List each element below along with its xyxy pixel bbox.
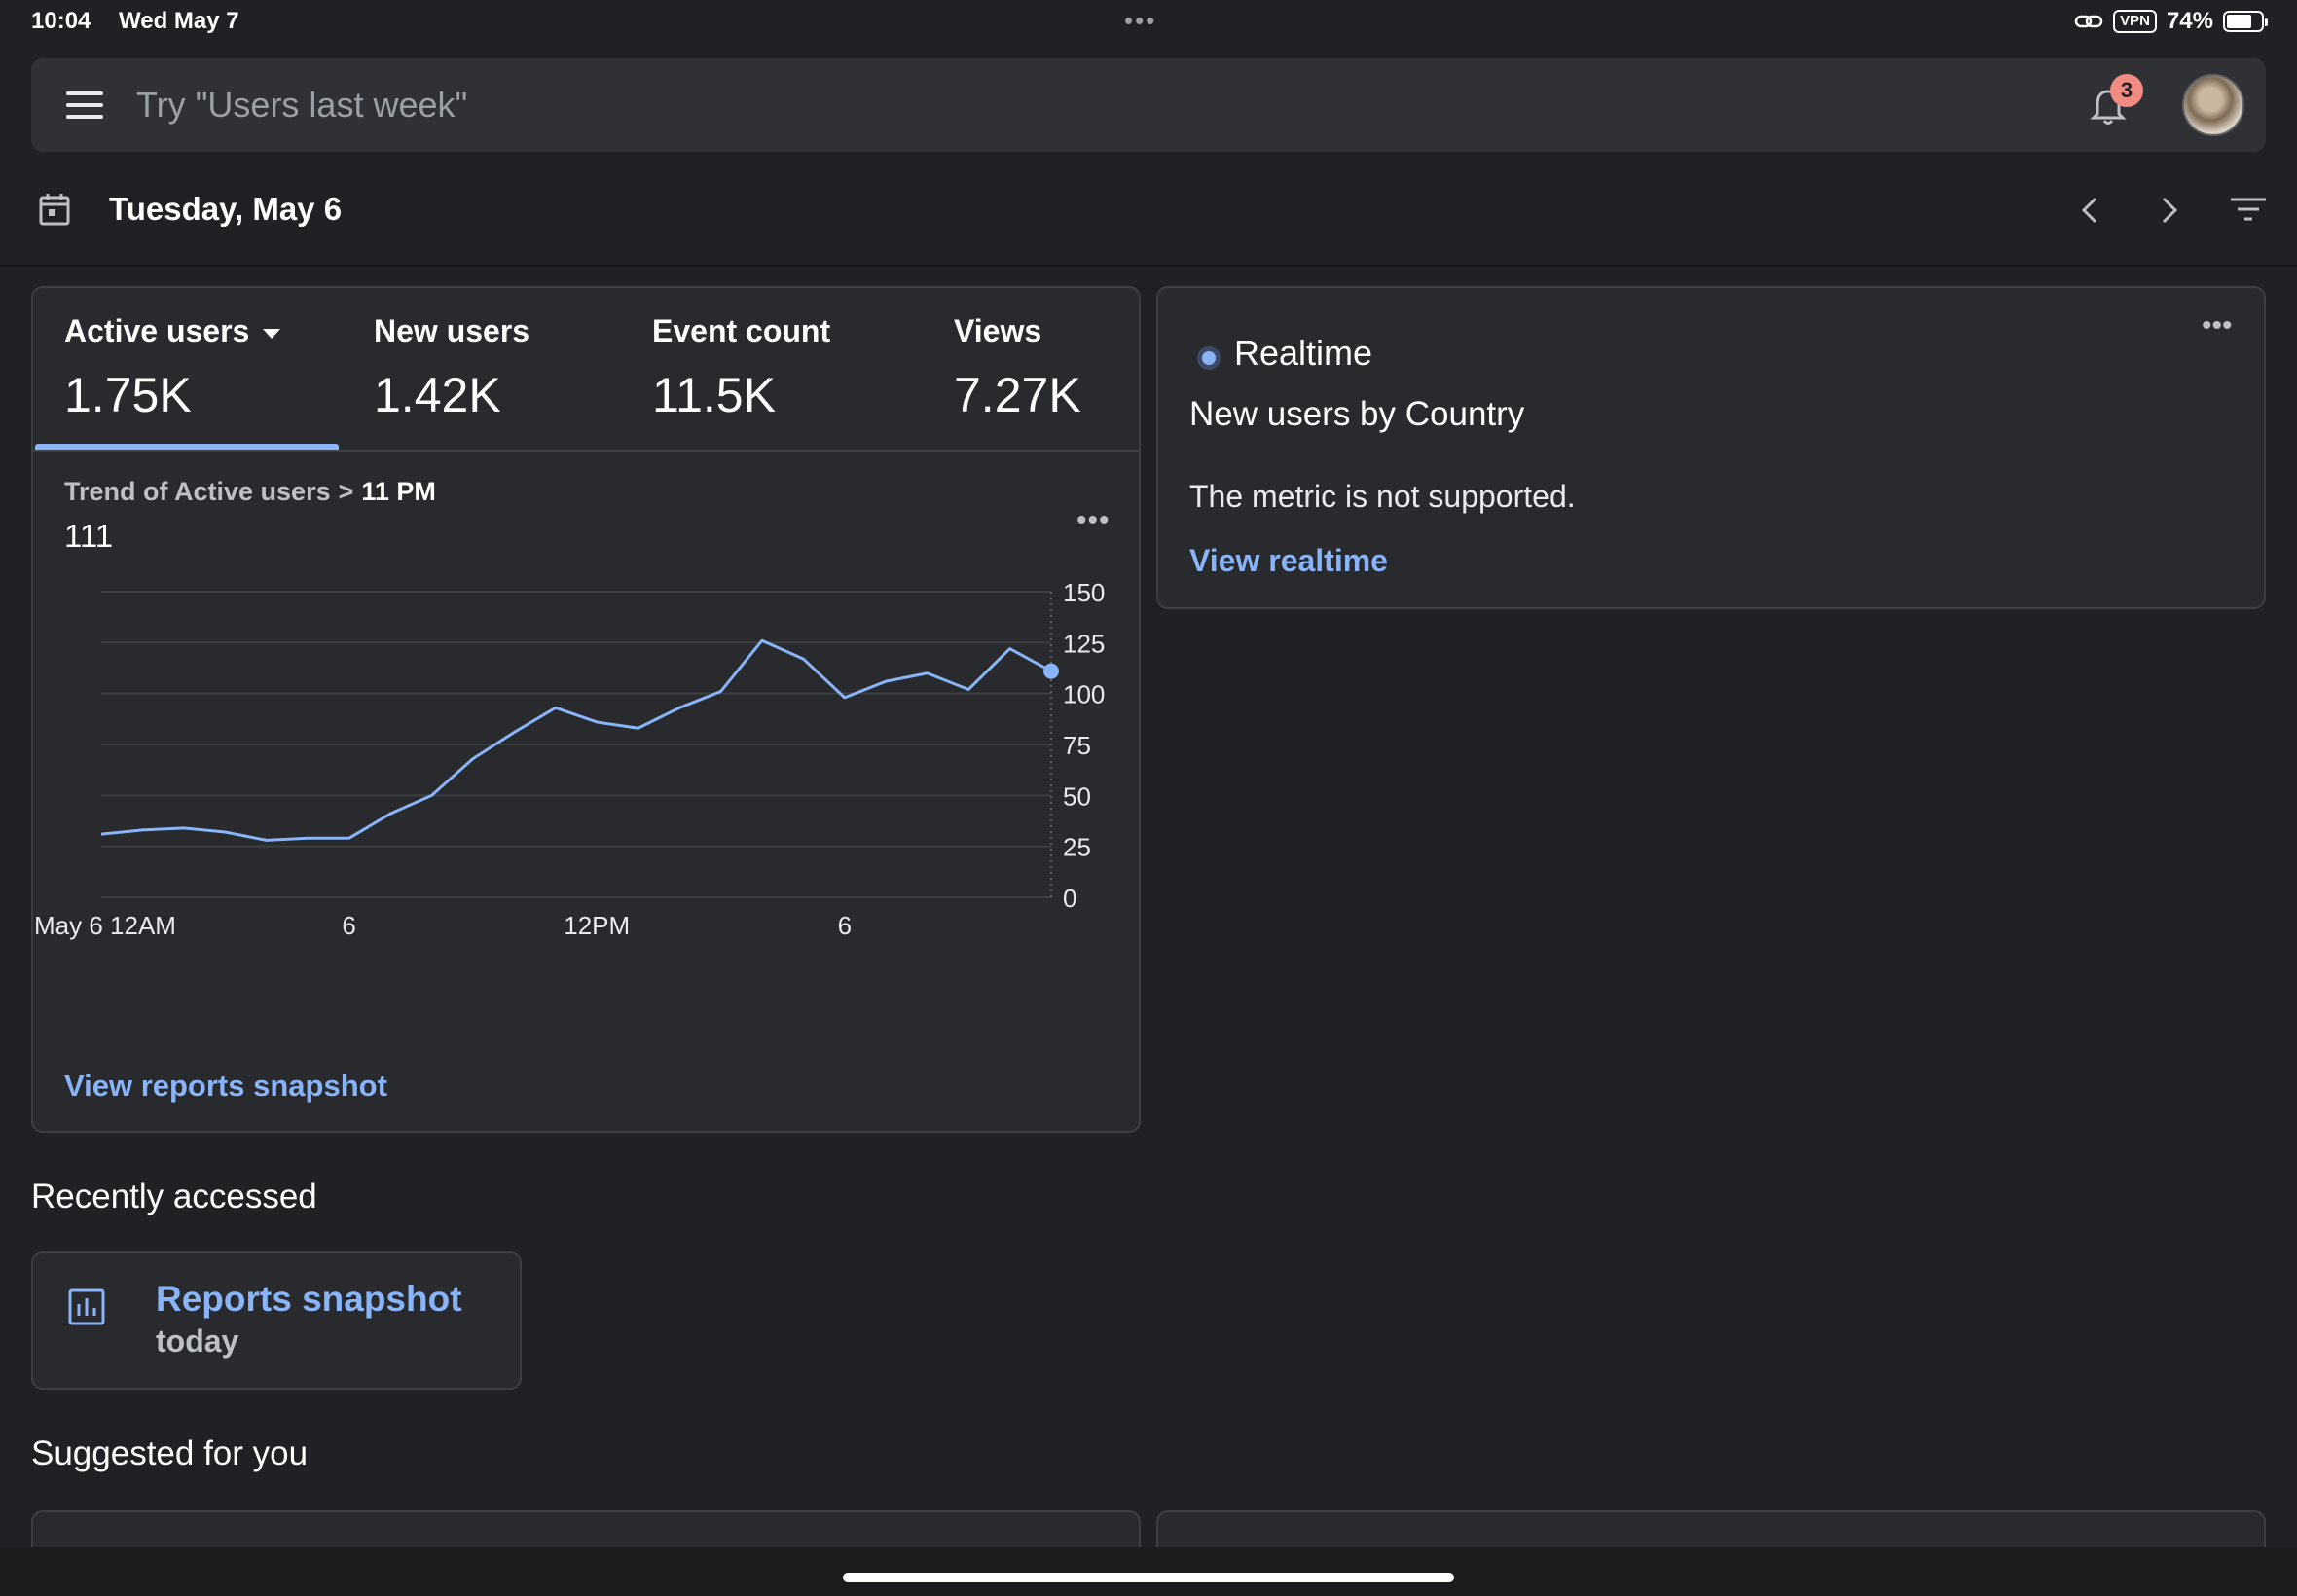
recent-item-subtitle: today (156, 1324, 239, 1359)
search-input[interactable] (136, 80, 1986, 130)
previous-day-button[interactable] (2071, 191, 2110, 230)
next-day-button[interactable] (2149, 191, 2188, 230)
realtime-message: The metric is not supported. (1189, 479, 1576, 514)
battery-icon (2223, 11, 2268, 32)
realtime-card: Realtime ••• New users by Country The me… (1156, 286, 2266, 609)
x-tick-label: 12PM (564, 911, 630, 940)
tab-value: 7.27K (954, 368, 1081, 422)
x-tick-label: 6 (342, 911, 355, 940)
y-tick-label: 150 (1063, 580, 1105, 607)
dropdown-caret-icon[interactable] (263, 328, 281, 339)
search-bar: 3 (31, 58, 2266, 152)
battery-percent: 74% (2166, 8, 2213, 34)
avatar[interactable] (2182, 74, 2244, 136)
link-icon (2074, 15, 2103, 28)
tab-views[interactable]: Views 7.27K (954, 313, 1081, 423)
data-point (1043, 663, 1059, 679)
status-indicators: VPN 74% (2074, 8, 2268, 35)
view-reports-snapshot-link[interactable]: View reports snapshot (64, 1069, 387, 1104)
tabs-divider (33, 450, 1139, 452)
view-realtime-link[interactable]: View realtime (1189, 543, 1388, 579)
metrics-card: Active users 1.75K New users 1.42K Event… (31, 286, 1141, 1133)
tab-label: Event count (652, 313, 831, 348)
more-options-icon[interactable]: ••• (1076, 504, 1111, 537)
chevron-right-icon: > (338, 477, 354, 506)
suggested-heading: Suggested for you (31, 1434, 309, 1472)
tab-label: Views (954, 313, 1042, 348)
tab-active-users[interactable]: Active users 1.75K (64, 313, 281, 423)
realtime-subtitle: New users by Country (1189, 395, 1525, 433)
more-options-icon[interactable]: ••• (2202, 309, 2233, 343)
x-tick-label: 6 (838, 911, 852, 940)
trend-label: Trend of Active users (64, 477, 331, 506)
y-tick-label: 75 (1063, 731, 1091, 760)
recent-item-card[interactable]: Reports snapshot today (31, 1251, 522, 1390)
bar-chart-icon (68, 1288, 105, 1325)
tab-value: 1.75K (64, 368, 192, 422)
series-line (100, 638, 1052, 842)
filter-icon[interactable] (2229, 195, 2268, 226)
x-tick-label: May 6 12AM (34, 911, 176, 940)
status-time: 10:04 (31, 8, 91, 34)
recently-accessed-heading: Recently accessed (31, 1178, 317, 1215)
menu-icon[interactable] (66, 91, 103, 119)
status-date: Wed May 7 (119, 8, 239, 34)
y-tick-label: 125 (1063, 629, 1105, 658)
header-divider (0, 265, 2297, 267)
trend-breadcrumb: Trend of Active users >11 PM (64, 477, 436, 507)
calendar-icon[interactable] (39, 193, 70, 226)
y-tick-label: 50 (1063, 781, 1091, 811)
selected-date[interactable]: Tuesday, May 6 (109, 191, 342, 228)
y-tick-label: 25 (1063, 833, 1091, 862)
realtime-dot-icon (1197, 346, 1221, 370)
tab-value: 11.5K (652, 368, 776, 422)
notification-count-badge: 3 (2110, 74, 2143, 107)
home-indicator[interactable] (843, 1573, 1454, 1582)
bottom-bar (0, 1547, 2297, 1596)
tab-label: Active users (64, 313, 250, 348)
tab-event-count[interactable]: Event count 11.5K (652, 313, 830, 423)
tab-label: New users (374, 313, 530, 348)
y-tick-label: 0 (1063, 884, 1076, 913)
trend-time: 11 PM (361, 477, 436, 506)
vpn-badge: VPN (2113, 10, 2157, 33)
multitasking-dots-icon[interactable]: ••• (1124, 6, 1156, 36)
realtime-title: Realtime (1234, 333, 1373, 373)
tab-value: 1.42K (374, 368, 501, 422)
recent-item-title: Reports snapshot (156, 1279, 462, 1319)
y-tick-label: 100 (1063, 680, 1105, 709)
tab-new-users[interactable]: New users 1.42K (374, 313, 529, 423)
trend-value: 111 (64, 518, 114, 554)
active-users-line-chart: 0 25 50 75 100 125 150 May 6 12AM 6 12PM 6 (34, 580, 1105, 940)
